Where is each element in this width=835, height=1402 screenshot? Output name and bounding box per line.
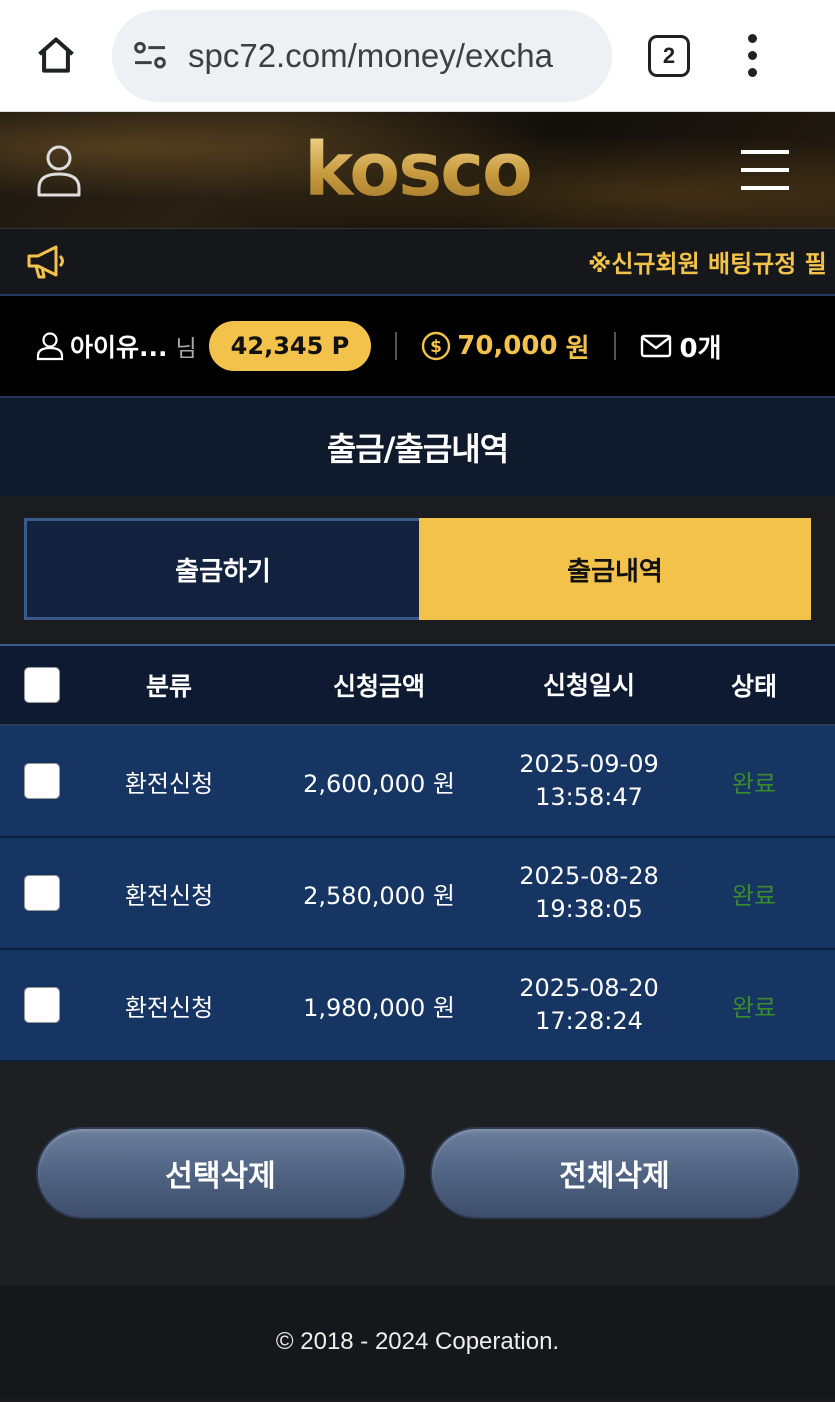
row-checkbox[interactable] [24, 987, 60, 1023]
mail-icon [640, 334, 671, 358]
row-type: 환전신청 [124, 993, 214, 1022]
address-bar[interactable]: spc72.com/money/excha [112, 9, 612, 102]
table-row: 환전신청 1,980,000 원 2025-08-20 17:28:24 완료 [0, 950, 835, 1062]
action-buttons: 선택삭제 전체삭제 [0, 1062, 835, 1286]
row-time: 19:38:05 [535, 895, 643, 923]
tab-switcher-button[interactable]: 2 [648, 34, 690, 77]
row-datetime: 2025-08-28 19:38:05 [504, 860, 674, 926]
row-date: 2025-09-09 [519, 750, 659, 778]
site-header: kosco [0, 112, 835, 228]
row-amount: 1,980,000 원 [303, 993, 455, 1022]
svg-text:$: $ [430, 337, 442, 357]
table-header: 분류 신청금액 신청일시 상태 [0, 646, 835, 726]
divider [395, 332, 398, 360]
row-datetime: 2025-09-09 13:58:47 [504, 748, 674, 814]
divider [613, 332, 616, 360]
person-icon [36, 332, 64, 361]
copyright-text: © 2018 - 2024 Coperation. [275, 1328, 560, 1355]
site-logo[interactable]: kosco [304, 127, 533, 213]
money-balance[interactable]: $ 70,000 원 [421, 328, 590, 365]
delete-all-button[interactable]: 전체삭제 [429, 1127, 800, 1219]
message-count: 0개 [679, 333, 722, 364]
row-date: 2025-08-28 [519, 862, 659, 890]
hamburger-menu-icon[interactable] [741, 150, 789, 190]
row-amount: 2,600,000 원 [303, 769, 455, 798]
user-icon[interactable] [36, 142, 82, 198]
url-text: spc72.com/money/excha [188, 36, 554, 74]
header-date: 신청일시 [542, 670, 635, 700]
row-checkbox[interactable] [24, 763, 60, 799]
browser-toolbar: spc72.com/money/excha 2 [0, 0, 835, 112]
row-status: 완료 [731, 993, 777, 1022]
row-status: 완료 [731, 769, 777, 798]
points-badge[interactable]: 42,345 P [208, 321, 372, 371]
footer: © 2018 - 2024 Coperation. [0, 1286, 835, 1398]
username-text: 아이유... [70, 333, 168, 362]
header-amount: 신청금액 [332, 672, 425, 701]
tab-withdraw-history[interactable]: 출금내역 [419, 518, 811, 620]
user-info-bar: 아이유... 님 42,345 P $ 70,000 원 0개 [0, 296, 835, 396]
messages[interactable]: 0개 [640, 328, 722, 365]
row-time: 17:28:24 [535, 1007, 643, 1035]
row-checkbox[interactable] [24, 875, 60, 911]
row-time: 13:58:47 [535, 783, 643, 811]
header-status: 상태 [730, 672, 777, 701]
home-icon[interactable] [30, 30, 82, 82]
row-amount: 2,580,000 원 [303, 881, 455, 910]
username-suffix: 님 [175, 336, 197, 362]
notice-bar: ※신규회원 배팅규정 필 [0, 228, 835, 296]
row-type: 환전신청 [124, 769, 214, 798]
history-table: 분류 신청금액 신청일시 상태 환전신청 2,600,000 원 2025-09… [0, 644, 835, 1062]
money-amount: 70,000 [457, 331, 558, 361]
tabs-area: 출금하기 출금내역 [0, 496, 835, 644]
page-title: 출금/출금내역 [326, 430, 509, 468]
megaphone-icon [27, 245, 64, 278]
tab-withdraw[interactable]: 출금하기 [24, 518, 419, 620]
username[interactable]: 아이유... 님 [36, 328, 197, 364]
row-datetime: 2025-08-20 17:28:24 [504, 972, 674, 1038]
notice-text: ※신규회원 배팅규정 필 [588, 250, 827, 278]
page-title-bar: 출금/출금내역 [0, 396, 835, 496]
row-status: 완료 [731, 881, 777, 910]
money-unit: 원 [565, 333, 590, 364]
delete-selected-button[interactable]: 선택삭제 [35, 1127, 406, 1219]
header-type: 분류 [145, 672, 192, 701]
select-all-checkbox[interactable] [24, 667, 60, 703]
row-type: 환전신청 [124, 881, 214, 910]
coin-icon: $ [422, 331, 451, 361]
table-row: 환전신청 2,580,000 원 2025-08-28 19:38:05 완료 [0, 838, 835, 950]
site-settings-icon[interactable] [130, 36, 170, 76]
browser-menu-icon[interactable] [748, 34, 757, 77]
table-row: 환전신청 2,600,000 원 2025-09-09 13:58:47 완료 [0, 726, 835, 838]
row-date: 2025-08-20 [519, 974, 659, 1002]
